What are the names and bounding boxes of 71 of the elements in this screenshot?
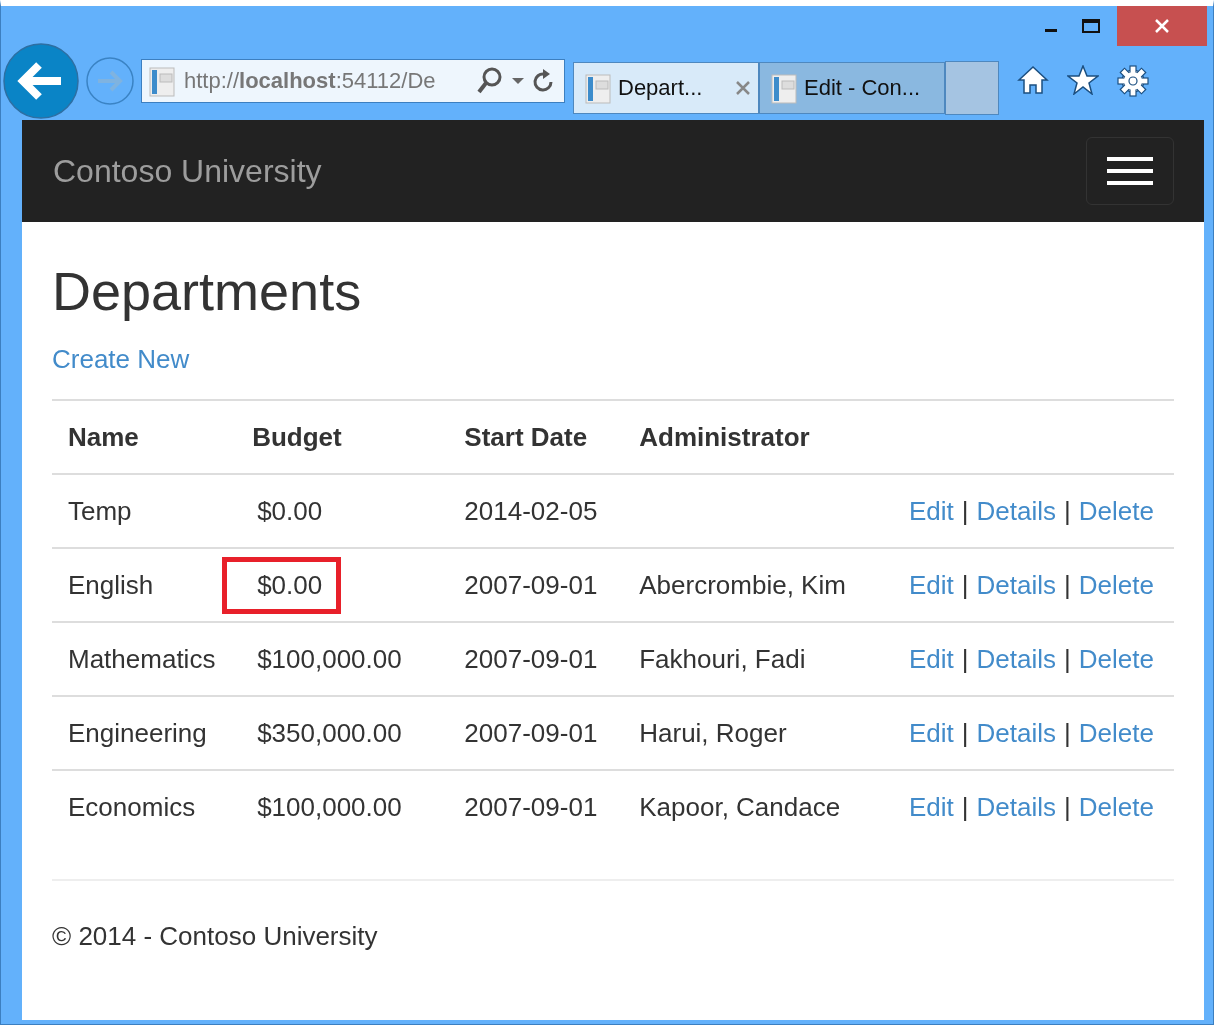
column-header: Start Date [448,400,624,474]
table-cell: 2014-02-05 [448,474,624,548]
table-cell: Fakhouri, Fadi [639,643,806,674]
table-cell: Harui, Roger [639,717,787,748]
action-link[interactable]: Delete [1078,717,1154,748]
table-cell: Economics [52,770,243,843]
table-cell: Abercrombie, Kim [639,569,846,600]
action-link[interactable]: Edit [909,495,954,526]
brand-link[interactable]: Contoso University [53,152,322,190]
action-link[interactable]: Details [976,791,1057,822]
table-cell: 2007-09-01 [448,770,624,843]
home-icon[interactable] [1017,65,1049,95]
menu-icon [1107,155,1153,187]
maximize-icon[interactable] [1081,18,1101,34]
link-separator: | [961,495,969,526]
table-cell: English [52,548,243,622]
page-icon [770,71,800,105]
action-link[interactable]: Details [976,569,1057,600]
link-separator: | [1064,791,1071,822]
action-link[interactable]: Details [976,717,1057,748]
table-cell-text: $0.00 [256,494,324,528]
create-new-link[interactable]: Create New [52,344,190,375]
table-cell-text: $350,000.00 [256,716,403,750]
action-link[interactable]: Edit [909,791,954,822]
link-separator: | [1064,643,1071,674]
link-separator: | [1064,495,1071,526]
link-separator: | [961,791,969,822]
footer-text: © 2014 - Contoso University [52,921,379,952]
back-icon[interactable] [3,43,79,119]
tab-title: Depart... [618,75,704,101]
star-icon[interactable] [1067,65,1099,95]
search-icon[interactable] [476,66,504,96]
table-cell: $0.00 [222,556,342,614]
browser-tab[interactable]: Edit - Con... [759,62,945,114]
menu-button[interactable] [1086,137,1174,205]
table-cell: 2007-09-01 [448,548,624,622]
action-link[interactable]: Edit [909,717,954,748]
page-icon [148,64,178,98]
column-header: Administrator [623,400,877,474]
link-separator: | [1064,717,1071,748]
close-icon [1153,17,1171,35]
action-link[interactable]: Edit [909,569,954,600]
close-tab-icon[interactable] [734,79,752,97]
page-icon [584,71,614,105]
action-link[interactable]: Details [976,495,1057,526]
dropdown-caret-icon[interactable] [510,76,526,86]
link-separator: | [961,569,969,600]
action-link[interactable]: Details [976,643,1057,674]
table-cell: 2007-09-01 [448,622,624,696]
table-cell: Mathematics [52,622,243,696]
table-cell-text: $100,000.00 [256,790,403,824]
action-link[interactable]: Delete [1078,643,1154,674]
page-heading: Departments [52,260,363,322]
column-header: Budget [242,400,449,474]
link-separator: | [961,643,969,674]
tab-title: Edit - Con... [804,75,922,101]
table-cell: Kapoor, Candace [639,791,841,822]
action-link[interactable]: Delete [1078,495,1154,526]
action-link[interactable]: Delete [1078,791,1154,822]
address-text: http://localhost:54112/De [184,68,437,94]
action-link[interactable]: Delete [1078,569,1154,600]
address-bar[interactable]: http://localhost:54112/De [141,59,565,103]
link-separator: | [1064,569,1071,600]
action-link[interactable]: Edit [909,643,954,674]
table-cell: Temp [52,474,243,548]
table-cell: 2007-09-01 [448,696,624,770]
table-cell-text: $100,000.00 [256,642,403,676]
link-separator: | [961,717,969,748]
table-cell: Engineering [52,696,243,770]
column-header: Name [52,400,243,474]
browser-tab[interactable]: Depart... [573,62,759,114]
